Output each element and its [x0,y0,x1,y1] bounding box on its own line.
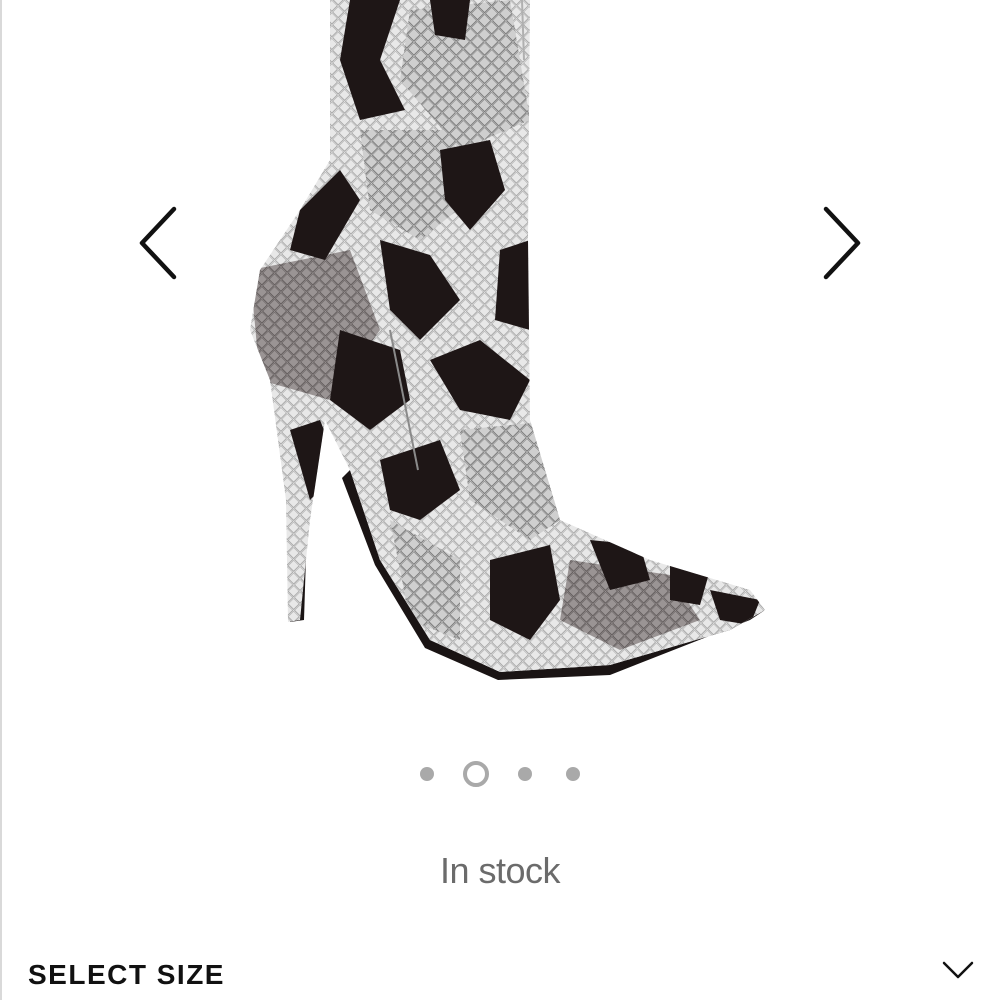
select-size-label: SELECT SIZE [28,959,225,990]
pagination-dot-1[interactable] [420,767,434,781]
product-gallery[interactable] [0,0,1000,720]
select-size-dropdown[interactable]: SELECT SIZE [0,945,1000,1000]
pagination-dot-2-active[interactable] [463,761,489,787]
chevron-right-icon [823,206,861,280]
product-page: In stock SELECT SIZE [0,0,1000,1000]
chevron-left-icon [139,206,177,280]
image-pagination [0,760,1000,788]
stock-status: In stock [439,850,561,891]
pagination-dot-3[interactable] [518,767,532,781]
next-image-button[interactable] [812,205,872,281]
pagination-dot-4[interactable] [566,767,580,781]
chevron-down-icon [942,961,974,979]
product-image[interactable] [230,0,790,690]
previous-image-button[interactable] [128,205,188,281]
